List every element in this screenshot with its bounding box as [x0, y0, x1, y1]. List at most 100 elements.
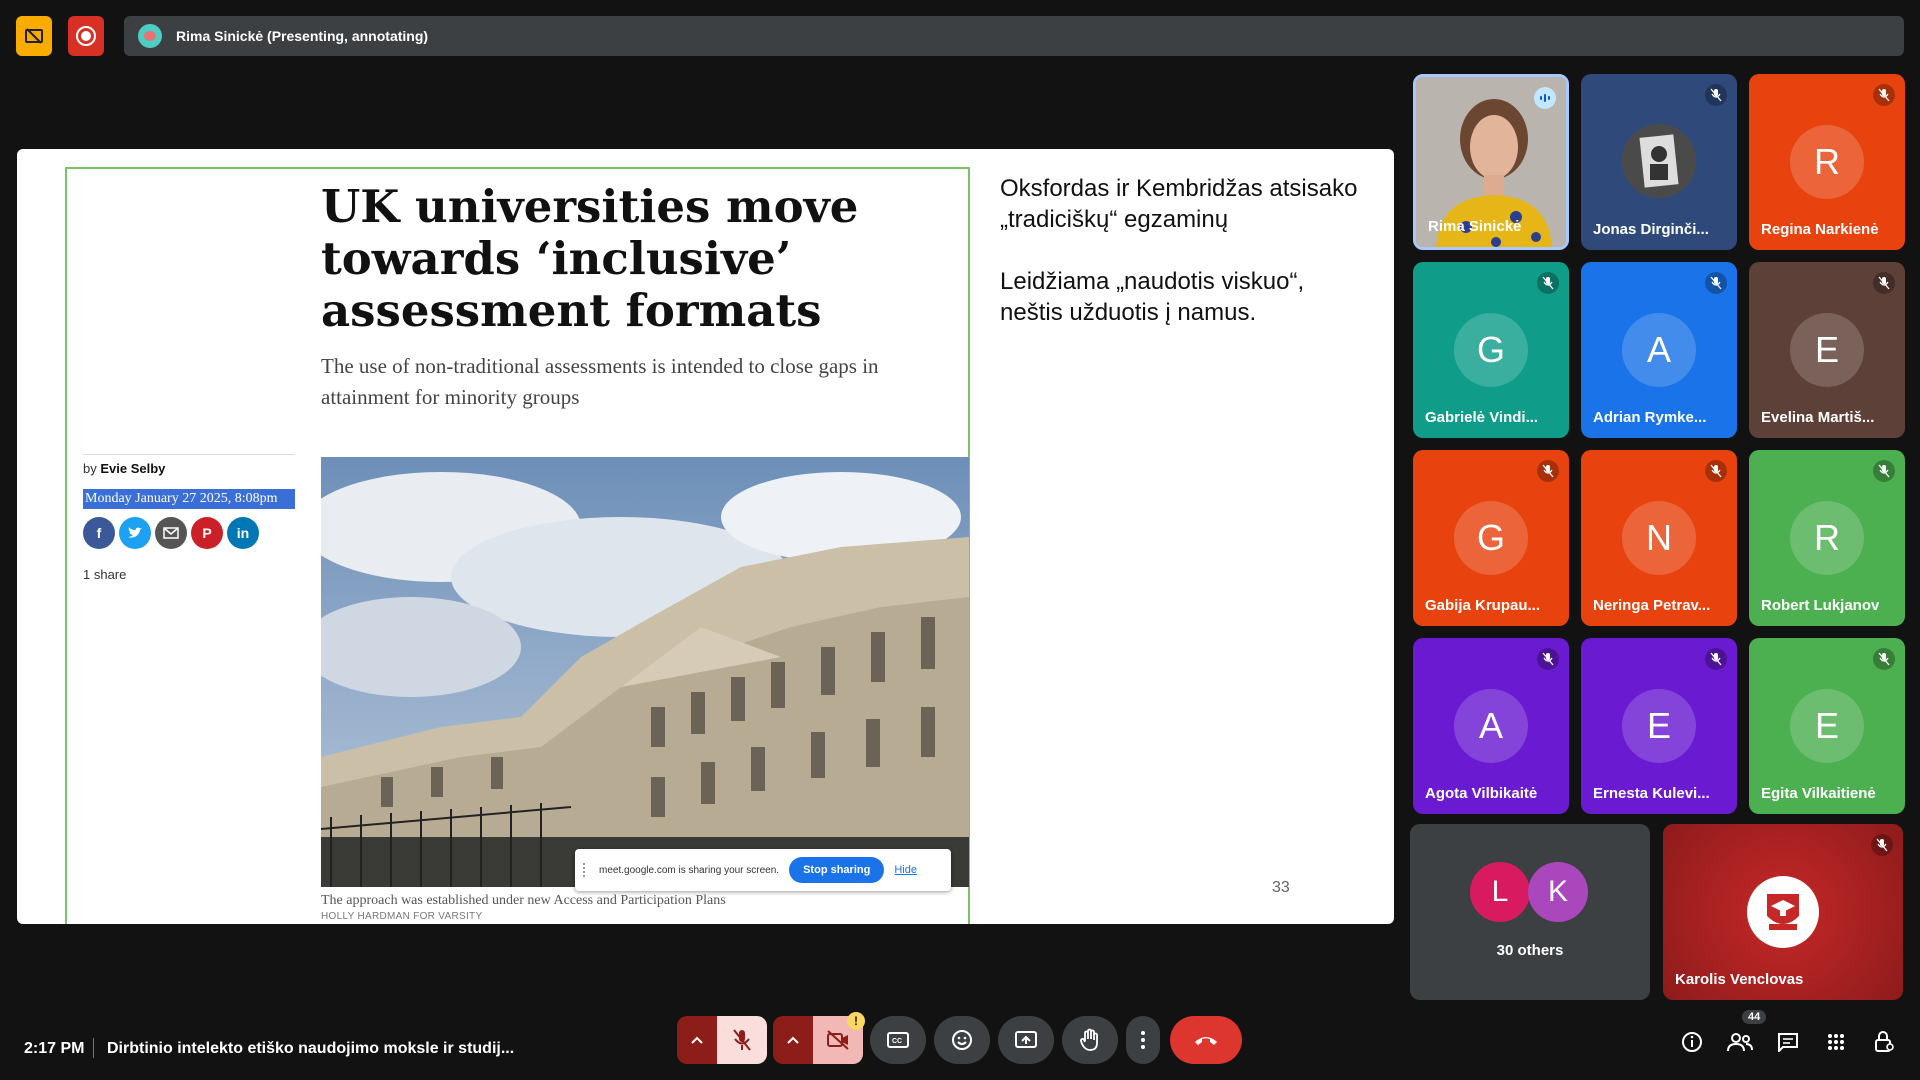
top-bar: Rima Sinickė (Presenting, annotating)	[0, 0, 1920, 70]
clock: 2:17 PM	[24, 1040, 85, 1057]
linkedin-icon[interactable]: in	[227, 517, 259, 549]
slide-text-para-2: Leidžiama „naudotis viskuo“, neštis uždu…	[1000, 268, 1305, 326]
meeting-title: Dirbtinio intelekto etiško naudojimo mok…	[107, 1040, 515, 1057]
mic-off-icon	[1873, 648, 1895, 670]
participant-tile[interactable]: E Egita Vilkaitienė	[1749, 638, 1905, 814]
mic-off-icon	[1537, 272, 1559, 294]
participant-initial: R	[1790, 501, 1864, 575]
sharing-message: meet.google.com is sharing your screen.	[599, 864, 780, 876]
participant-tile[interactable]: E Ernesta Kulevi...	[1581, 638, 1737, 814]
presenting-text: Rima Sinickė (Presenting, annotating)	[176, 28, 429, 44]
participant-initial: G	[1454, 501, 1528, 575]
presenting-banner: Rima Sinickė (Presenting, annotating)	[124, 16, 1904, 56]
slide-text-para-1: Oksfordas ir Kembridžas atsisako „tradic…	[1000, 175, 1358, 233]
raise-hand-button[interactable]	[1062, 1016, 1118, 1064]
apps-grid-icon	[1828, 1034, 1844, 1050]
hide-link[interactable]: Hide	[894, 864, 917, 876]
stop-sharing-button[interactable]: Stop sharing	[789, 857, 885, 883]
others-label: 30 others	[1496, 942, 1564, 959]
chevron-up-icon	[787, 1036, 799, 1044]
mic-toggle-button[interactable]	[717, 1016, 767, 1064]
present-screen-icon	[1015, 1031, 1037, 1048]
more-options-button[interactable]	[1126, 1016, 1160, 1064]
byline-author: Evie Selby	[100, 461, 166, 476]
recording-button[interactable]	[68, 16, 104, 56]
captions-button[interactable]: CC	[870, 1016, 926, 1064]
mic-off-icon	[1537, 460, 1559, 482]
chevron-up-icon	[691, 1036, 703, 1044]
participant-name: Jonas Dirginči...	[1593, 221, 1709, 238]
mic-off-icon	[1705, 272, 1727, 294]
facebook-icon[interactable]: f	[83, 517, 115, 549]
participant-tile-karolis[interactable]: Karolis Venclovas	[1663, 824, 1903, 1000]
bottom-bar: 2:17 PM Dirbtinio intelekto etiško naudo…	[0, 1008, 1920, 1080]
others-avatar-k: K	[1528, 862, 1588, 922]
leave-call-button[interactable]	[1170, 1016, 1242, 1064]
others-tile[interactable]: L K 30 others	[1410, 824, 1650, 1000]
participant-name: Egita Vilkaitienė	[1761, 785, 1876, 802]
mic-off-icon	[1537, 648, 1559, 670]
participant-tile[interactable]: R Regina Narkienė	[1749, 74, 1905, 250]
presenter-avatar	[138, 24, 162, 48]
mic-control-group	[677, 1016, 767, 1064]
social-share-row: f P in	[83, 517, 259, 549]
participant-tile[interactable]: E Evelina Martiš...	[1749, 262, 1905, 438]
participant-tile[interactable]: R Robert Lukjanov	[1749, 450, 1905, 626]
participant-tile[interactable]: G Gabrielė Vindi...	[1413, 262, 1569, 438]
meeting-details-button[interactable]	[1678, 1028, 1706, 1056]
mic-off-icon	[733, 1029, 751, 1051]
article-date: Monday January 27 2025, 8:08pm	[83, 489, 295, 509]
participant-tile[interactable]: Rima Sinickė	[1413, 74, 1569, 250]
people-button[interactable]	[1726, 1028, 1754, 1056]
mic-off-icon	[1873, 460, 1895, 482]
emoji-icon	[952, 1030, 972, 1050]
participant-initial: A	[1622, 313, 1696, 387]
participant-name: Gabija Krupau...	[1425, 597, 1541, 614]
present-now-button[interactable]	[998, 1016, 1054, 1064]
participant-name: Agota Vilbikaitė	[1425, 785, 1538, 802]
photo-credit: HOLLY HARDMAN FOR VARSITY	[321, 911, 483, 922]
twitter-icon[interactable]	[119, 517, 151, 549]
university-logo-icon	[1747, 876, 1819, 948]
pinterest-icon[interactable]: P	[191, 517, 223, 549]
slide-page-number: 33	[1272, 879, 1290, 896]
mic-off-icon	[1705, 84, 1727, 106]
svg-text:CC: CC	[892, 1038, 902, 1045]
shared-slide: UK universities move towards ‘inclusive’…	[17, 149, 1394, 924]
participant-name: Karolis Venclovas	[1675, 971, 1804, 988]
slide-text: Oksfordas ir Kembridžas atsisako „tradic…	[1000, 173, 1360, 359]
chat-icon	[1778, 1033, 1798, 1052]
people-icon	[1727, 1033, 1753, 1052]
participant-tile[interactable]: G Gabija Krupau...	[1413, 450, 1569, 626]
title-divider	[93, 1038, 94, 1058]
participant-tile[interactable]: N Neringa Petrav...	[1581, 450, 1737, 626]
reactions-button[interactable]	[934, 1016, 990, 1064]
byline-prefix: by	[83, 461, 101, 476]
mic-off-icon	[1705, 648, 1727, 670]
mic-options-chevron[interactable]	[677, 1016, 717, 1064]
lock-person-icon	[1875, 1031, 1894, 1052]
participant-name: Gabrielė Vindi...	[1425, 409, 1539, 426]
participant-name: Adrian Rymke...	[1593, 409, 1707, 426]
byline-divider	[83, 454, 295, 455]
speaking-indicator-icon	[1534, 87, 1556, 109]
participant-name: Regina Narkienė	[1761, 221, 1879, 238]
meet-presentation-button[interactable]	[16, 16, 52, 56]
camera-off-icon	[827, 1030, 849, 1050]
participant-tile[interactable]: Jonas Dirginči...	[1581, 74, 1737, 250]
host-controls-button[interactable]	[1870, 1028, 1898, 1056]
more-vert-icon	[1141, 1031, 1145, 1049]
email-icon[interactable]	[155, 517, 187, 549]
warning-badge-icon: !	[847, 1012, 865, 1030]
activities-button[interactable]	[1822, 1028, 1850, 1056]
screen-share-bar: meet.google.com is sharing your screen. …	[575, 849, 951, 891]
article-screenshot: UK universities move towards ‘inclusive’…	[65, 167, 970, 924]
drag-handle-icon[interactable]	[583, 863, 589, 877]
article-title: UK universities move towards ‘inclusive’…	[321, 180, 859, 337]
participant-name: Robert Lukjanov	[1761, 597, 1880, 614]
chat-button[interactable]	[1774, 1028, 1802, 1056]
participant-name: Evelina Martiš...	[1761, 409, 1875, 426]
camera-options-chevron[interactable]	[773, 1016, 813, 1064]
participant-tile[interactable]: A Agota Vilbikaitė	[1413, 638, 1569, 814]
participant-tile[interactable]: A Adrian Rymke...	[1581, 262, 1737, 438]
